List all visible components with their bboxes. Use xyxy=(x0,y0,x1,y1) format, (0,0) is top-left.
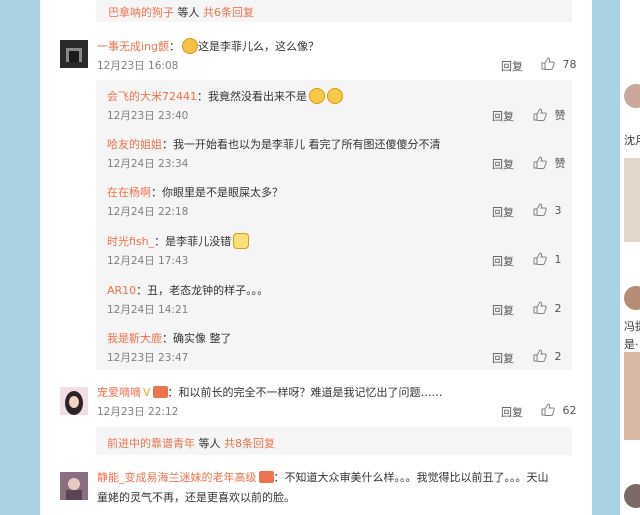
reply-text: 我竟然没看出来不是 xyxy=(208,90,307,103)
sidebar-label-1: 沈月 xyxy=(624,134,640,147)
reply-time: 12月24日 14:21 xyxy=(107,304,189,316)
reply-button[interactable]: 回复 xyxy=(492,302,514,318)
colon: ： xyxy=(162,332,173,345)
comment-text: 和以前长的完全不一样呀？难道是我记忆出了问题…… xyxy=(178,386,443,399)
reply-summary-bar[interactable]: 巴拿呐的狗子 等人 共6条回复 xyxy=(96,0,572,22)
vip-badge-icon xyxy=(258,471,274,483)
reply-time: 12月24日 22:18 xyxy=(107,206,189,218)
like-button[interactable]: 62 xyxy=(541,403,577,419)
sweat-emoji-icon xyxy=(309,88,325,104)
reply-button[interactable]: 回复 xyxy=(501,404,523,420)
thumb-icon xyxy=(533,203,547,219)
colon: ： xyxy=(273,471,285,484)
reply-text: 丑，老态龙钟的样子。。。 xyxy=(147,284,269,297)
colon: ： xyxy=(169,40,181,53)
colon: ： xyxy=(136,284,148,297)
like-count: 2 xyxy=(554,302,562,315)
comment-panel: 巴拿呐的狗子 等人 共6条回复 一事无成ing颤： 这是李菲儿么，这么像？ 12月… xyxy=(40,0,592,515)
reply-time: 12月24日 17:43 xyxy=(107,255,189,267)
reply-text: 我一开始看也以为是李菲儿 看完了所有图还傻傻分不清 xyxy=(173,138,441,151)
reply-text: 是李菲儿没错 xyxy=(165,235,232,248)
summary-user[interactable]: 巴拿呐的狗子 xyxy=(108,6,174,19)
comment-text: 不知道大众审美什么样。。。我觉得比以前丑了。。。天山 xyxy=(284,471,549,484)
sidebar-image-1[interactable] xyxy=(624,158,640,242)
thumb-icon xyxy=(533,108,547,124)
colon: ： xyxy=(197,90,208,103)
comment-avatar[interactable] xyxy=(60,40,88,68)
sidebar-avatar-3[interactable] xyxy=(624,484,640,508)
reply-user[interactable]: 会飞的大米72441 xyxy=(107,90,197,103)
reply-time: 12月24日 23:34 xyxy=(107,158,189,170)
sweat-emoji-icon xyxy=(327,88,343,104)
sidebar-label-3: 是· xyxy=(624,338,639,351)
like-count: 2 xyxy=(554,350,562,363)
like-button[interactable]: 1 xyxy=(533,252,562,268)
thumb-icon xyxy=(541,403,555,419)
thumb-icon xyxy=(533,349,547,365)
colon: ： xyxy=(167,386,179,399)
like-count: 3 xyxy=(554,204,562,217)
like-button[interactable]: 3 xyxy=(533,203,562,219)
summary-count[interactable]: 共8条回复 xyxy=(224,437,275,450)
comment-text-line2: 童姥的灵气不再，还是更喜欢以前的脸。 xyxy=(97,491,295,504)
grin-emoji-icon xyxy=(233,233,250,249)
sidebar-avatar-1[interactable] xyxy=(624,84,640,108)
comment-text: 这是李菲儿么，这么像？ xyxy=(198,40,320,53)
comment-user[interactable]: 一事无成ing颤 xyxy=(97,40,169,53)
comment-time: 12月23日 22:12 xyxy=(97,406,179,418)
sad-emoji-icon xyxy=(182,38,199,54)
reply-user[interactable]: 在在杨啊 xyxy=(107,186,151,199)
reply-button[interactable]: 回复 xyxy=(492,253,514,269)
colon: ： xyxy=(151,186,162,199)
comment-time: 12月23日 16:08 xyxy=(97,60,179,72)
reply-button[interactable]: 回复 xyxy=(492,350,514,366)
vip-badge-icon xyxy=(152,386,168,398)
like-button[interactable]: 2 xyxy=(533,349,562,365)
comment-user[interactable]: 静能_变成易海兰迷妹的老年高级 xyxy=(97,471,257,484)
avatar-image xyxy=(60,40,88,68)
colon: ： xyxy=(154,235,166,248)
summary-user[interactable]: 前进中的靠谱青年 xyxy=(107,437,195,450)
thumb-icon xyxy=(541,57,555,70)
reply-button[interactable]: 回复 xyxy=(492,156,514,172)
summary-text: 等人 xyxy=(198,437,221,450)
sidebar-image-2[interactable] xyxy=(624,352,640,440)
thumb-icon xyxy=(533,156,547,172)
like-count: 1 xyxy=(554,253,562,266)
reply-time: 12月23日 23:40 xyxy=(107,110,189,122)
avatar-image xyxy=(60,387,88,415)
avatar-image xyxy=(60,472,88,500)
reply-summary-bar[interactable]: 前进中的靠谱青年 等人 共8条回复 xyxy=(96,427,572,455)
reply-user[interactable]: AR10 xyxy=(107,284,136,297)
verified-badge-icon: V xyxy=(143,386,151,399)
like-count: 62 xyxy=(562,404,577,417)
like-button[interactable]: 赞 xyxy=(533,155,566,172)
colon: ： xyxy=(162,138,173,151)
reply-time: 12月23日 23:47 xyxy=(107,352,189,364)
like-button[interactable]: 78 xyxy=(541,57,577,71)
sidebar-label-2: 冯提 xyxy=(624,320,640,333)
thumb-icon xyxy=(533,252,547,268)
like-count: 赞 xyxy=(554,157,566,170)
thumb-icon xyxy=(533,301,547,317)
reply-text: 确实像 整了 xyxy=(173,332,232,345)
reply-user[interactable]: 哈友的姐姐 xyxy=(107,138,162,151)
reply-button[interactable]: 回复 xyxy=(492,108,514,124)
sidebar-avatar-2[interactable] xyxy=(624,286,640,310)
comment-avatar[interactable] xyxy=(60,472,88,500)
summary-count[interactable]: 共6条回复 xyxy=(203,6,254,19)
like-count: 赞 xyxy=(554,109,566,122)
comment-user[interactable]: 宠爱嘀嘀 xyxy=(97,386,141,399)
comment-avatar[interactable] xyxy=(60,387,88,415)
like-button[interactable]: 赞 xyxy=(533,107,566,124)
summary-text: 等人 xyxy=(177,6,200,19)
right-sidebar: 沈月 冯提 是· xyxy=(620,0,640,515)
reply-user[interactable]: 时光fish_ xyxy=(107,235,154,248)
like-count: 78 xyxy=(562,58,577,71)
reply-button[interactable]: 回复 xyxy=(492,204,514,220)
reply-text: 你眼里是不是眼屎太多？ xyxy=(162,186,283,199)
reply-button[interactable]: 回复 xyxy=(501,58,523,74)
like-button[interactable]: 2 xyxy=(533,301,562,317)
reply-user[interactable]: 我是靳大鹿 xyxy=(107,332,162,345)
